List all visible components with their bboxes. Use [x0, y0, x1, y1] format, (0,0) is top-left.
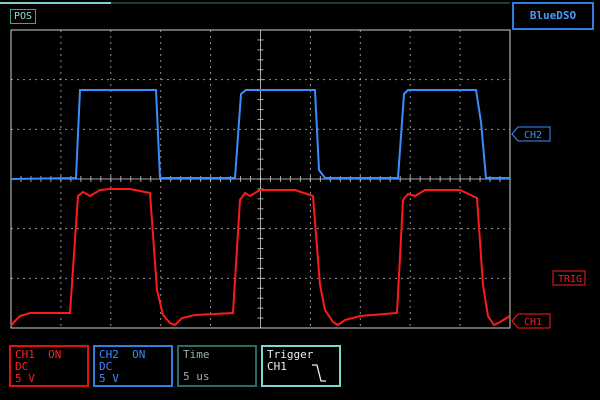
time-value: 5 us [183, 370, 210, 383]
ch1-level-marker[interactable]: CH1 [511, 313, 551, 329]
ch1-marker-label: CH1 [524, 317, 542, 328]
trigger-panel[interactable]: Trigger CH1 [261, 345, 341, 387]
time-label: Time [183, 348, 210, 361]
falling-edge-icon [312, 364, 326, 382]
ch2-marker-label: CH2 [524, 130, 542, 141]
timebase-panel[interactable]: Time 5 us [177, 345, 257, 387]
ch2-level-marker[interactable]: CH2 [511, 126, 551, 142]
scope-display[interactable]: CH2 TRIG CH1 [0, 0, 600, 345]
ch1-settings-panel[interactable]: CH1 ON DC 5 V [9, 345, 89, 387]
trig-marker-label: TRIG [558, 274, 582, 285]
ch2-state: ON [132, 348, 146, 361]
ch2-scale: 5 V [99, 372, 119, 385]
trig-level-marker[interactable]: TRIG [552, 270, 586, 286]
ch1-state: ON [48, 348, 62, 361]
ch1-scale: 5 V [15, 372, 35, 385]
ch2-settings-panel[interactable]: CH2 ON DC 5 V [93, 345, 173, 387]
